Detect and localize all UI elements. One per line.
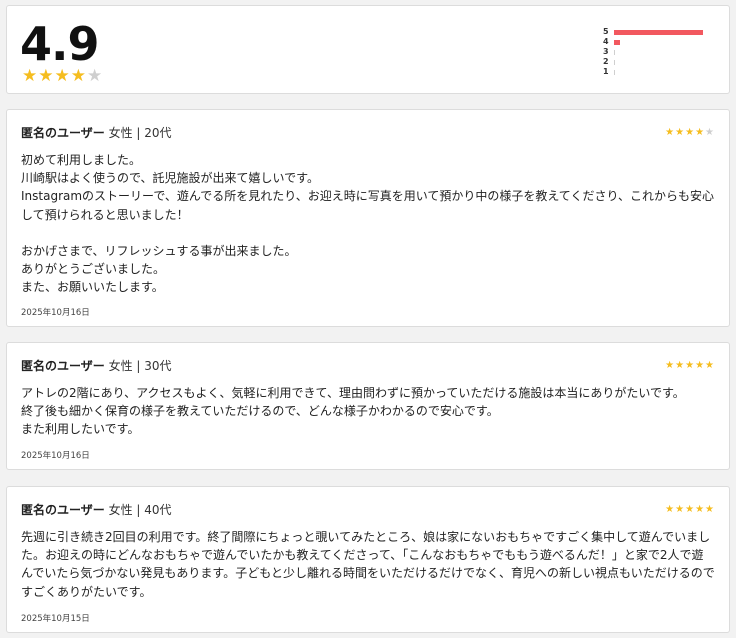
- review-rating-stars: ★ ★ ★ ★ ★: [665, 128, 714, 138]
- review-text: 先週に引き続き2回目の利用です。終了間際にちょっと覗いてみたところ、娘は家にない…: [21, 530, 715, 599]
- reviewer-meta: 女性 | 20代: [104, 126, 172, 140]
- histogram-label: 2: [603, 57, 609, 66]
- reviewer-name: 匿名のユーザー: [21, 359, 105, 373]
- review-text: 初めて利用しました。 川崎駅はよく使うので、託児施設が出来て嬉しいです。 Ins…: [21, 153, 714, 295]
- histogram-row: 4: [603, 37, 713, 47]
- average-rating-stars: ★ ★ ★ ★ ★: [22, 66, 103, 86]
- histogram-bar: [614, 49, 615, 55]
- star-filled-icon: ★: [675, 127, 685, 138]
- histogram-label: 3: [603, 47, 609, 56]
- reviewer-info: 匿名のユーザー 女性 | 40代: [21, 502, 172, 518]
- histogram-row: 1: [603, 67, 713, 77]
- star-filled-icon: ★: [665, 504, 675, 515]
- reviewer-info: 匿名のユーザー 女性 | 30代: [21, 358, 172, 374]
- review-date: 2025年10月15日: [21, 614, 90, 624]
- star-filled-icon: ★: [685, 360, 695, 371]
- reviewer-name: 匿名のユーザー: [21, 503, 105, 517]
- star-filled-icon: ★: [685, 127, 695, 138]
- star-filled-icon: ★: [695, 127, 705, 138]
- star-filled-icon: ★: [705, 360, 714, 371]
- histogram-bar: [614, 69, 615, 75]
- review-card: 匿名のユーザー 女性 | 40代 ★ ★ ★ ★ ★ 先週に引き続き2回目の利用です。終…: [6, 486, 730, 633]
- histogram-bar: [614, 59, 615, 65]
- histogram-label: 1: [603, 67, 609, 76]
- star-filled-icon: ★: [685, 504, 695, 515]
- star-filled-icon: ★: [22, 66, 38, 86]
- review-card: 匿名のユーザー 女性 | 20代 ★ ★ ★ ★ ★ 初めて利用しました。 川崎駅はよく…: [6, 109, 730, 327]
- average-rating: 4.9: [20, 17, 99, 71]
- review-date: 2025年10月16日: [21, 451, 90, 461]
- reviewer-meta: 女性 | 40代: [104, 503, 172, 517]
- histogram-row: 2: [603, 57, 713, 67]
- review-rating-stars: ★ ★ ★ ★ ★: [665, 361, 714, 371]
- reviewer-info: 匿名のユーザー 女性 | 20代: [21, 125, 172, 141]
- star-filled-icon: ★: [70, 66, 86, 86]
- histogram-row: 5: [603, 27, 713, 37]
- histogram-row: 3: [603, 47, 713, 57]
- histogram-bar: [614, 29, 703, 35]
- star-empty-icon: ★: [705, 127, 714, 138]
- review-date: 2025年10月16日: [21, 308, 90, 318]
- star-filled-icon: ★: [695, 360, 705, 371]
- review-text: アトレの2階にあり、アクセスもよく、気軽に利用できて、理由問わずに預かっていただ…: [21, 386, 685, 437]
- histogram-bar: [614, 39, 621, 45]
- rating-histogram: 5 4 3 2 1: [603, 27, 713, 77]
- reviewer-name: 匿名のユーザー: [21, 126, 105, 140]
- star-filled-icon: ★: [675, 504, 685, 515]
- histogram-label: 5: [603, 27, 609, 36]
- histogram-label: 4: [603, 37, 609, 46]
- rating-summary-card: 4.9 ★ ★ ★ ★ ★ 5 4 3 2 1: [6, 5, 730, 94]
- star-empty-icon: ★: [87, 66, 103, 86]
- star-filled-icon: ★: [705, 504, 714, 515]
- star-filled-icon: ★: [665, 360, 675, 371]
- star-filled-icon: ★: [665, 127, 675, 138]
- star-filled-icon: ★: [54, 66, 70, 86]
- star-filled-icon: ★: [675, 360, 685, 371]
- star-filled-icon: ★: [38, 66, 54, 86]
- review-rating-stars: ★ ★ ★ ★ ★: [665, 505, 714, 515]
- review-card: 匿名のユーザー 女性 | 30代 ★ ★ ★ ★ ★ アトレの2階にあり、アクセスもよく…: [6, 342, 730, 470]
- reviewer-meta: 女性 | 30代: [104, 359, 172, 373]
- star-filled-icon: ★: [695, 504, 705, 515]
